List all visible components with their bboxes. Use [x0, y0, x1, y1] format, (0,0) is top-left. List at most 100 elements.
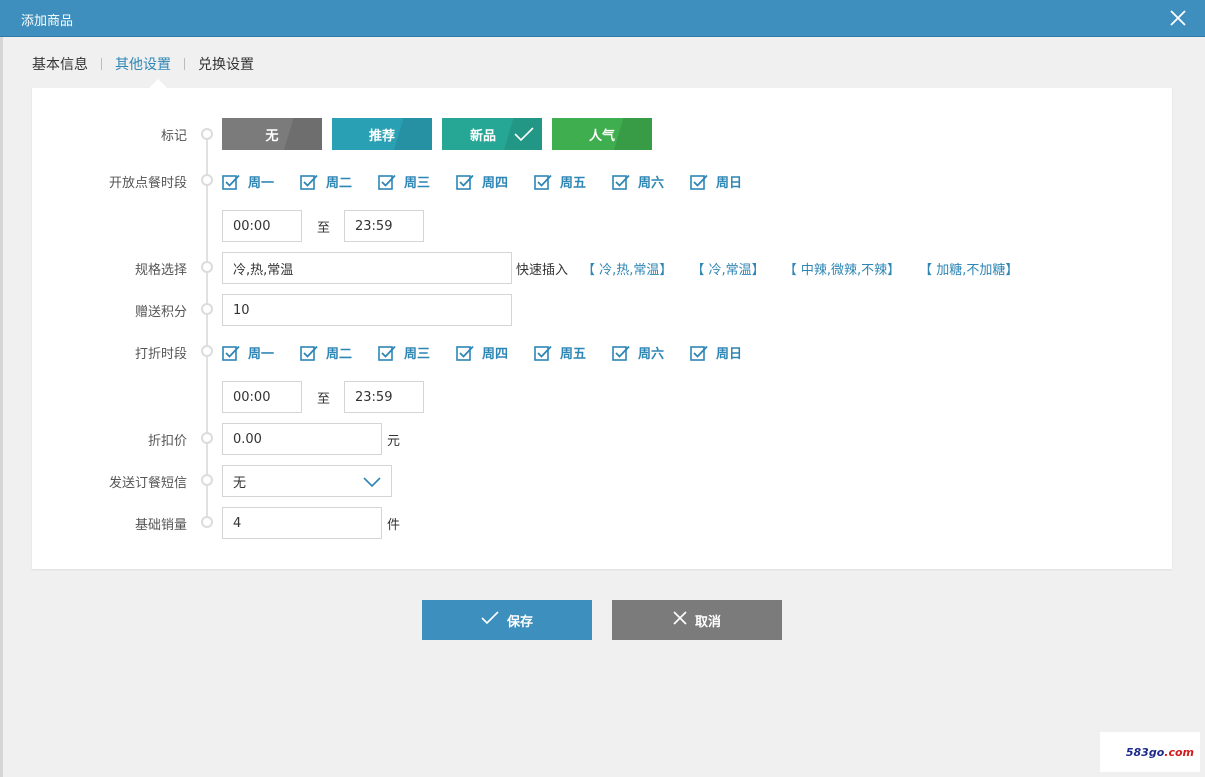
checkbox-checked-icon: [300, 345, 326, 361]
order-end-time-input[interactable]: 23:59: [344, 210, 424, 242]
sms-select-value: 无: [233, 475, 247, 491]
base-sales-input[interactable]: 4: [222, 507, 382, 539]
day-label: 周四: [482, 176, 509, 191]
window-title: 添加商品: [21, 14, 74, 29]
day-checkbox[interactable]: 周一: [222, 343, 300, 362]
tag-option-button[interactable]: 人气: [552, 118, 652, 150]
tag-option-button[interactable]: 无: [222, 118, 322, 150]
day-checkbox[interactable]: 周五: [534, 172, 612, 191]
tag-option-button[interactable]: 推荐: [332, 118, 432, 150]
quick-insert-item[interactable]: 【 中辣,微辣,不辣】: [784, 259, 900, 278]
day-checkbox[interactable]: 周四: [456, 343, 534, 362]
check-icon: [514, 126, 534, 142]
tag-option-label: 新品: [469, 128, 496, 144]
day-checkbox[interactable]: 周日: [690, 343, 768, 362]
checkbox-checked-icon: [456, 345, 482, 361]
day-label: 周五: [560, 176, 587, 191]
discount-price-label: 折扣价: [147, 434, 187, 449]
day-label: 周六: [638, 176, 665, 191]
quick-insert-item[interactable]: 【 加糖,不加糖】: [919, 259, 1018, 278]
checkbox-checked-icon: [378, 345, 404, 361]
day-checkbox[interactable]: 周二: [300, 343, 378, 362]
discount-days-group: 周一 周二 周三 周四 周五 周六 周日: [222, 343, 768, 362]
timeline-dot: [201, 432, 213, 444]
quick-insert: 快速插入 【 冷,热,常温】 【 冷,常温】 【 中辣,微辣,不辣】 【 加糖,…: [516, 259, 1037, 278]
points-label: 赠送积分: [134, 305, 187, 320]
day-checkbox[interactable]: 周六: [612, 172, 690, 191]
checkbox-checked-icon: [612, 174, 638, 190]
day-label: 周一: [248, 176, 275, 191]
timeline-dot: [201, 303, 213, 315]
discount-period-label: 打折时段: [134, 347, 187, 362]
checkbox-checked-icon: [612, 345, 638, 361]
day-checkbox[interactable]: 周三: [378, 172, 456, 191]
tab-divider: [101, 58, 102, 70]
watermark-suffix: .com: [1164, 745, 1194, 759]
day-checkbox[interactable]: 周六: [612, 343, 690, 362]
tab-divider: [184, 58, 185, 70]
timeline-dot: [201, 128, 213, 140]
close-icon[interactable]: [1168, 8, 1188, 28]
tab-basic-info[interactable]: 基本信息: [32, 54, 88, 74]
quick-insert-item[interactable]: 【 冷,常温】: [691, 259, 764, 278]
spec-input[interactable]: 冷,热,常温: [222, 252, 512, 284]
cancel-button-label: 取消: [694, 614, 721, 630]
timeline-dot: [201, 345, 213, 357]
day-checkbox[interactable]: 周二: [300, 172, 378, 191]
tag-label: 标记: [160, 129, 187, 144]
order-start-time-input[interactable]: 00:00: [222, 210, 302, 242]
day-label: 周六: [638, 347, 665, 362]
save-button[interactable]: 保存: [422, 600, 592, 640]
base-sales-unit: 件: [387, 518, 401, 533]
form-timeline: [206, 134, 208, 526]
day-label: 周二: [326, 176, 353, 191]
checkbox-checked-icon: [222, 174, 248, 190]
order-period-to-label: 至: [317, 221, 331, 236]
timeline-dot: [201, 174, 213, 186]
timeline-dot: [201, 474, 213, 486]
quick-insert-label: 快速插入: [516, 263, 569, 278]
tab-bar: 基本信息 其他设置 兑换设置: [32, 54, 254, 74]
order-days-group: 周一 周二 周三 周四 周五 周六 周日: [222, 172, 768, 191]
cancel-button[interactable]: 取消: [612, 600, 782, 640]
day-label: 周三: [404, 176, 431, 191]
discount-period-to-label: 至: [317, 392, 331, 407]
tag-option-shade: [394, 118, 432, 150]
settings-panel: 标记 无推荐 新品 人气 开放点餐时段 周一 周二 周三 周四 周五 周六 周日 00:00 至…: [32, 88, 1172, 569]
close-icon: [673, 611, 695, 629]
day-checkbox[interactable]: 周五: [534, 343, 612, 362]
window-left-edge: [0, 37, 3, 777]
tag-option-button[interactable]: 新品: [442, 118, 542, 150]
tab-exchange-settings[interactable]: 兑换设置: [198, 54, 254, 74]
timeline-dot: [201, 516, 213, 528]
watermark-text: 583go: [1125, 745, 1165, 759]
day-checkbox[interactable]: 周四: [456, 172, 534, 191]
day-label: 周三: [404, 347, 431, 362]
day-label: 周一: [248, 347, 275, 362]
day-checkbox[interactable]: 周日: [690, 172, 768, 191]
checkbox-checked-icon: [378, 174, 404, 190]
points-input[interactable]: 10: [222, 294, 512, 326]
active-tab-pointer: [149, 79, 167, 88]
discount-start-time-input[interactable]: 00:00: [222, 381, 302, 413]
chevron-down-icon: [363, 476, 381, 492]
checkbox-checked-icon: [300, 174, 326, 190]
day-checkbox[interactable]: 周一: [222, 172, 300, 191]
day-checkbox[interactable]: 周三: [378, 343, 456, 362]
quick-insert-item[interactable]: 【 冷,热,常温】: [582, 259, 672, 278]
spec-label: 规格选择: [134, 263, 187, 278]
checkbox-checked-icon: [456, 174, 482, 190]
discount-end-time-input[interactable]: 23:59: [344, 381, 424, 413]
checkbox-checked-icon: [690, 174, 716, 190]
tag-option-label: 人气: [588, 128, 615, 144]
order-period-label: 开放点餐时段: [108, 176, 187, 191]
day-label: 周五: [560, 347, 587, 362]
save-button-label: 保存: [506, 614, 533, 630]
tag-option-shade: [284, 118, 322, 150]
discount-price-input[interactable]: 0.00: [222, 423, 382, 455]
tag-option-label: 无: [265, 128, 279, 144]
check-icon: [481, 611, 507, 629]
sms-select[interactable]: 无: [222, 465, 392, 497]
discount-price-unit: 元: [387, 434, 401, 449]
tab-other-settings[interactable]: 其他设置: [115, 54, 171, 74]
